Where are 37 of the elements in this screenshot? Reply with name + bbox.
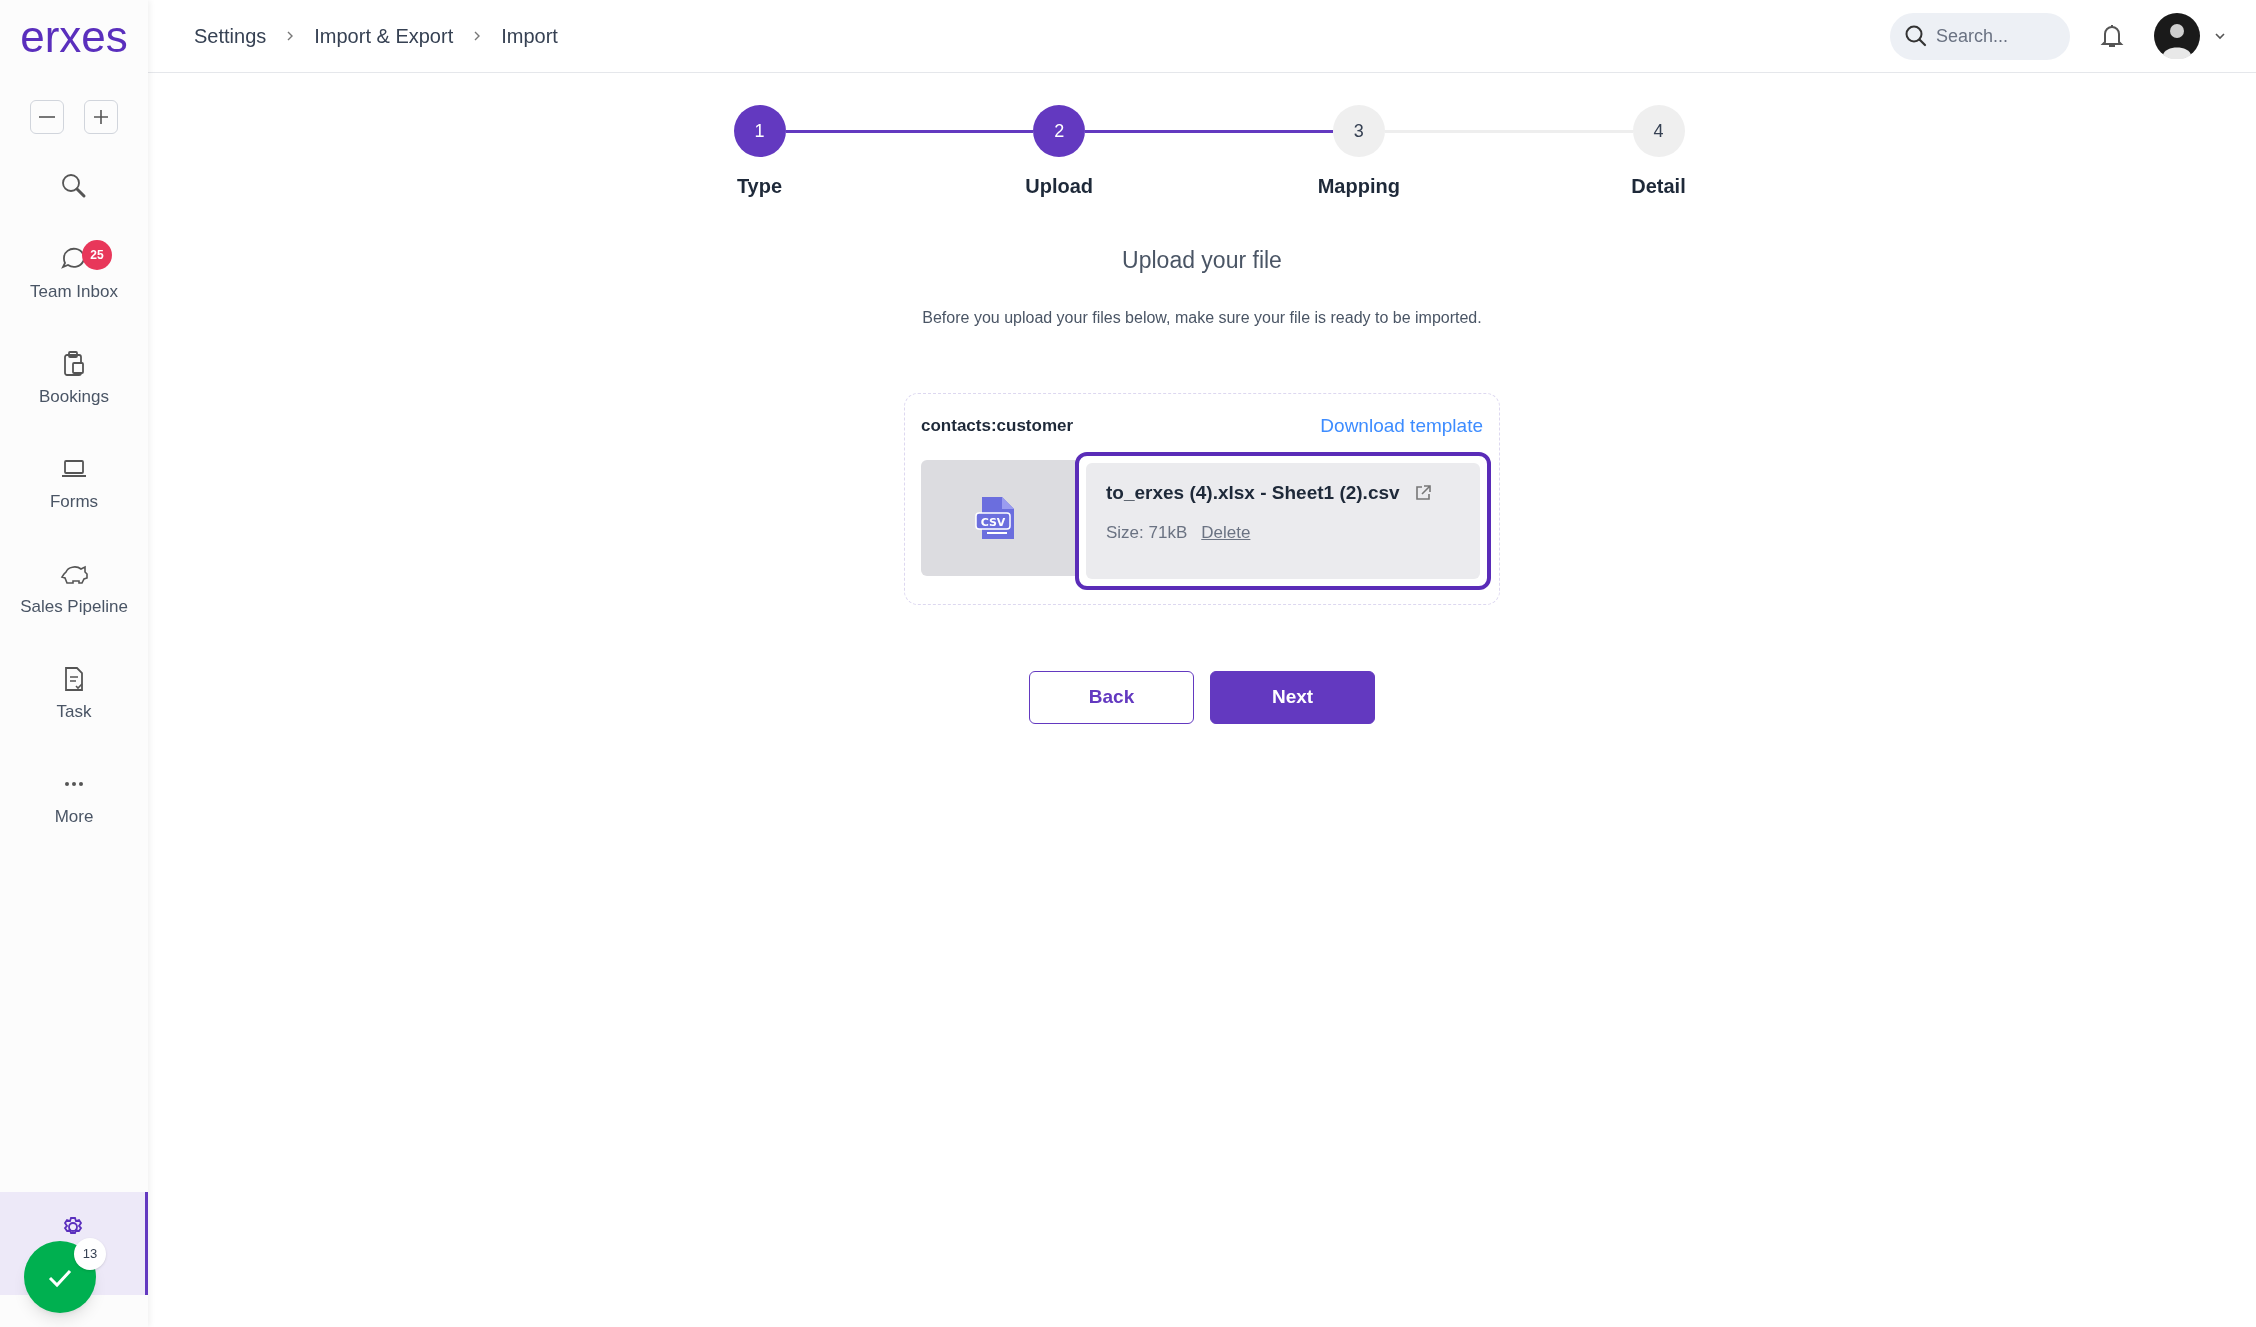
search-icon <box>1904 24 1928 48</box>
search-field[interactable]: Search... <box>1936 12 2056 60</box>
delete-link[interactable]: Delete <box>1201 519 1251 545</box>
search-icon[interactable] <box>60 172 88 200</box>
sidebar-item[interactable]: Forms <box>49 488 99 515</box>
sidebar-item[interactable]: Team Inbox <box>30 278 118 305</box>
zoom-in-button[interactable] <box>84 100 118 134</box>
import-type: contacts:customer <box>921 415 1074 437</box>
next-button[interactable]: Next <box>1210 670 1375 724</box>
sidebar-item[interactable]: Bookings <box>39 383 109 410</box>
description: Before you upload your files below, make sure your file is ready to be imported. <box>922 307 1482 328</box>
breadcrumb-link[interactable]: Import & Export <box>314 21 454 51</box>
notification-badge: 25 <box>82 240 112 270</box>
zoom-out-button[interactable] <box>30 100 64 134</box>
step-label: Upload <box>1025 174 1094 199</box>
minus-icon <box>39 116 55 118</box>
step-label: Detail <box>1631 174 1686 199</box>
sidebar-item[interactable]: Sales Pipeline <box>20 593 128 620</box>
sidebar-item[interactable]: Task <box>56 698 92 725</box>
step-label: Mapping <box>1317 174 1400 199</box>
file-name: to_erxes (4).xlsx - Sheet1 (2).csv <box>1106 481 1400 505</box>
back-button[interactable]: Back <box>1029 670 1194 724</box>
breadcrumb-link[interactable]: Import <box>501 21 558 51</box>
file-size: Size: 71kB <box>1106 521 1188 544</box>
external-link-icon[interactable] <box>1413 484 1432 503</box>
breadcrumb-link[interactable]: Settings <box>194 21 267 51</box>
avatar[interactable] <box>2154 13 2200 59</box>
plus-icon <box>92 108 110 126</box>
sidebar-item[interactable]: More <box>54 803 94 830</box>
page-title: Upload your file <box>1122 246 1282 275</box>
chevron-icon <box>473 30 482 42</box>
step-label: Type <box>736 174 783 199</box>
caret-icon[interactable] <box>2214 32 2226 40</box>
search-box[interactable]: Search... <box>1890 12 2070 60</box>
logo[interactable]: erxes <box>20 14 128 59</box>
chevron-icon <box>286 30 295 42</box>
bell-icon[interactable] <box>2100 23 2124 49</box>
